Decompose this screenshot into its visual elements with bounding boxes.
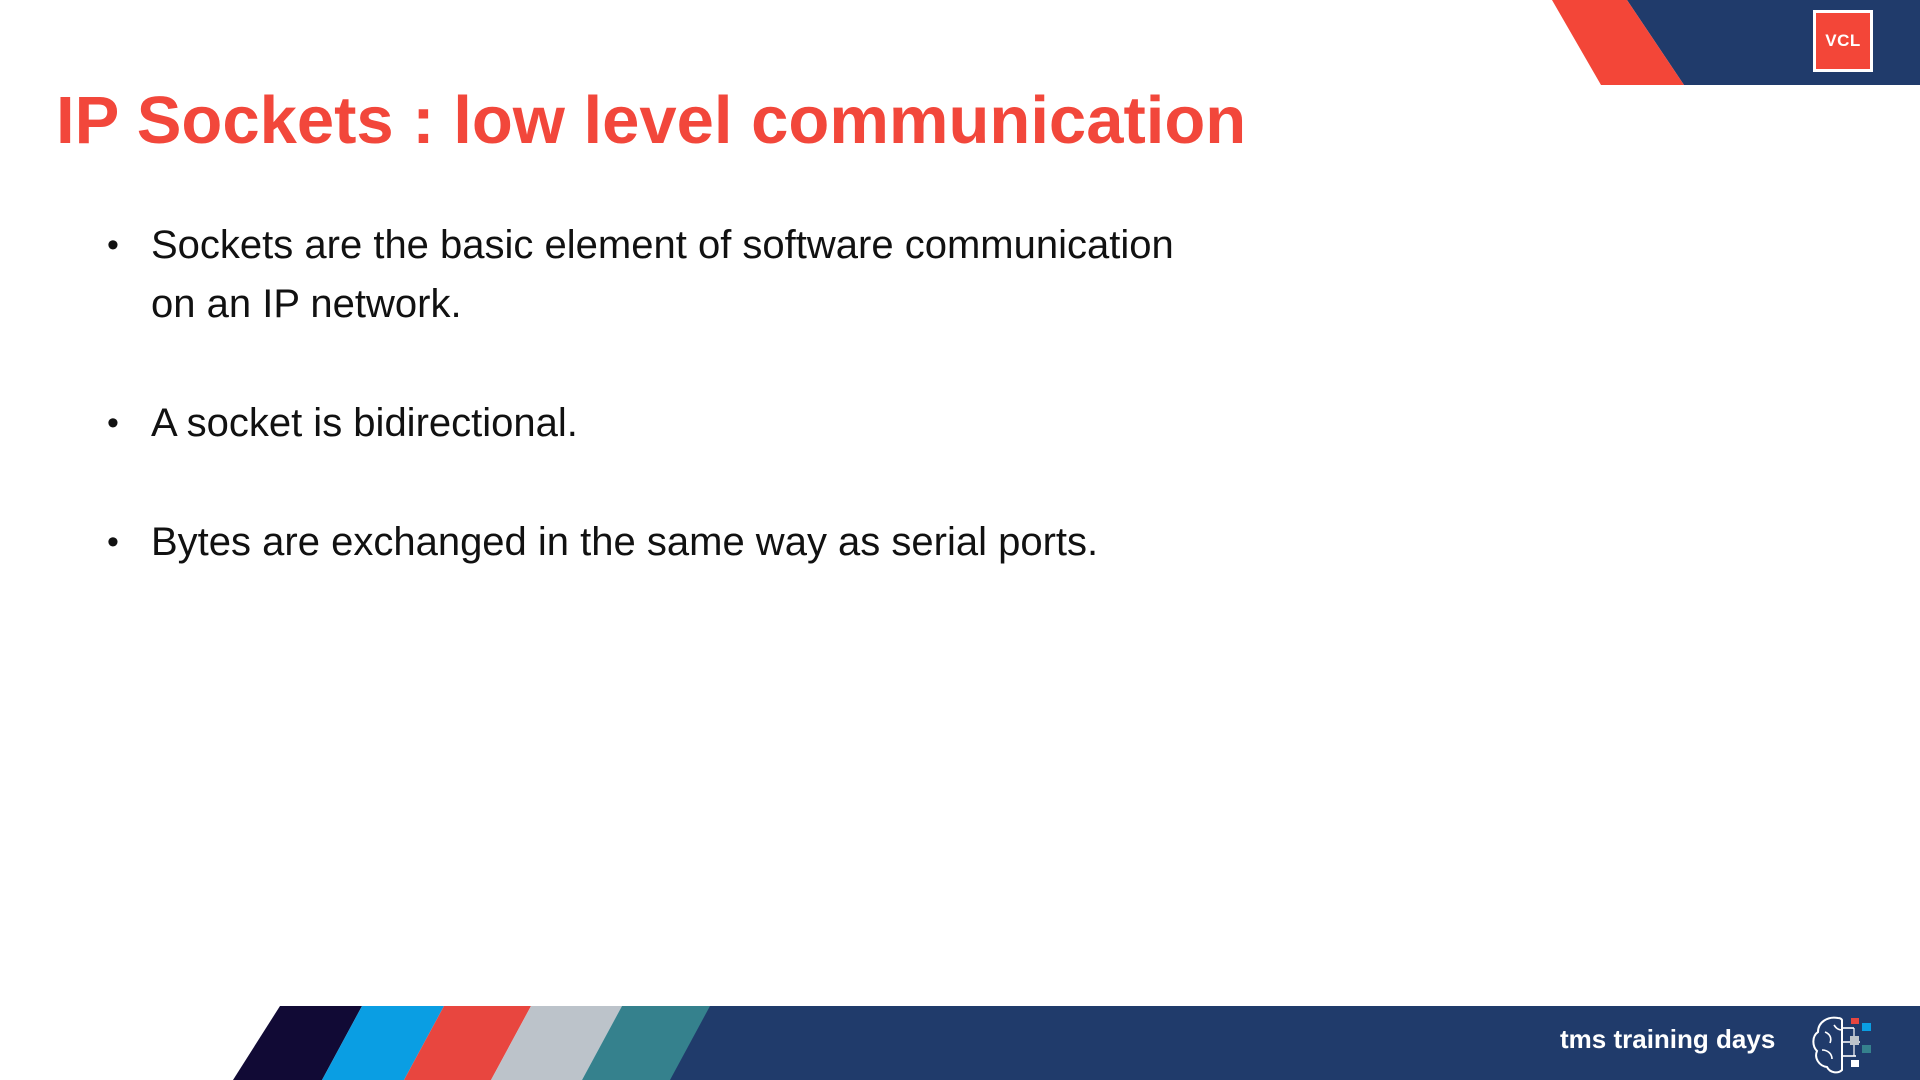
bullet-text-line: Bytes are exchanged in the same way as s… bbox=[151, 520, 1099, 564]
bullet-item: • A socket is bidirectional. bbox=[104, 394, 1284, 453]
bullet-item: • Sockets are the basic element of softw… bbox=[104, 216, 1284, 334]
bullet-text-line: A socket is bidirectional. bbox=[151, 401, 578, 445]
footer-brand-text: tms training days bbox=[1560, 1024, 1776, 1054]
top-banner-decoration bbox=[1552, 0, 1920, 85]
vcl-badge: VCL bbox=[1813, 10, 1873, 72]
brain-network-icon bbox=[1812, 1016, 1871, 1074]
bullet-marker: • bbox=[107, 226, 119, 264]
bullet-item: • Bytes are exchanged in the same way as… bbox=[104, 513, 1284, 572]
bullet-marker: • bbox=[107, 404, 119, 442]
slide: VCL IP Sockets : low level communication… bbox=[0, 0, 1920, 1080]
bullet-marker: • bbox=[107, 523, 119, 561]
bullet-text-line: on an IP network. bbox=[151, 282, 462, 326]
slide-title: IP Sockets : low level communication bbox=[56, 83, 1247, 158]
bullet-list: • Sockets are the basic element of softw… bbox=[104, 216, 1284, 632]
bullet-text-line: Sockets are the basic element of softwar… bbox=[151, 223, 1174, 267]
